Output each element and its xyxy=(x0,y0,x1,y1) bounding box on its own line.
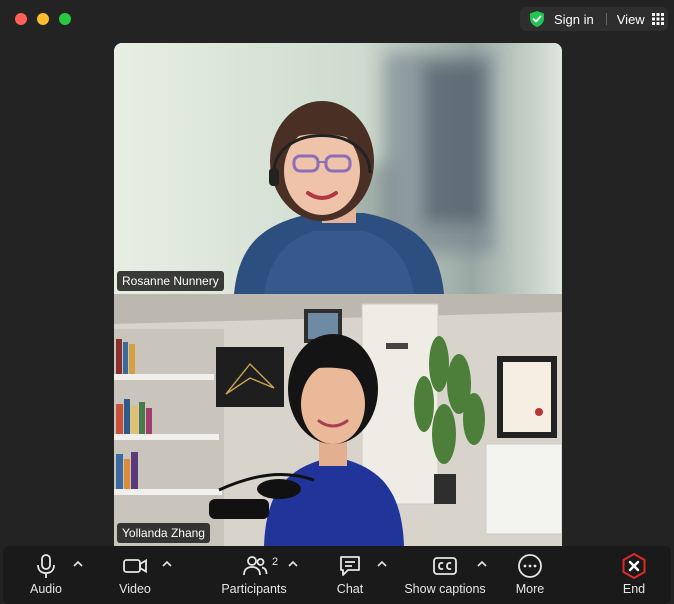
meeting-toolbar: Audio Video 2 Participants Chat Show cap… xyxy=(3,546,671,604)
captions-options-chevron-up-icon[interactable] xyxy=(475,557,489,571)
participants-button[interactable]: 2 Participants xyxy=(213,546,295,604)
audio-label: Audio xyxy=(30,582,62,596)
view-label: View xyxy=(616,11,645,27)
chat-label: Chat xyxy=(336,582,364,596)
chat-button[interactable]: Chat xyxy=(325,546,375,604)
participant-name-label: Rosanne Nunnery xyxy=(117,271,224,291)
cc-icon xyxy=(433,557,457,575)
video-options-chevron-up-icon[interactable] xyxy=(160,557,174,571)
chat-bubble-icon xyxy=(340,556,360,576)
show-captions-label: Show captions xyxy=(404,582,486,596)
people-icon xyxy=(243,556,268,576)
more-button[interactable]: More xyxy=(505,546,555,604)
end-meeting-button[interactable]: End xyxy=(609,546,659,604)
title-bar: Sign in View xyxy=(0,0,674,38)
video-button[interactable]: Video xyxy=(110,546,160,604)
participants-options-chevron-up-icon[interactable] xyxy=(286,557,300,571)
view-button[interactable]: View xyxy=(617,12,664,27)
top-right-controls: Sign in View xyxy=(520,7,668,31)
end-label: End xyxy=(622,582,646,596)
audio-options-chevron-up-icon[interactable] xyxy=(71,557,85,571)
participant-video-tile[interactable]: Yollanda Zhang xyxy=(114,294,562,546)
ellipsis-icon xyxy=(518,554,542,578)
chat-options-chevron-up-icon[interactable] xyxy=(375,557,389,571)
audio-button[interactable]: Audio xyxy=(21,546,71,604)
show-captions-button[interactable]: Show captions xyxy=(400,546,490,604)
close-window-button[interactable] xyxy=(15,13,27,25)
more-label: More xyxy=(515,582,545,596)
participant-video xyxy=(114,294,562,546)
microphone-icon xyxy=(37,554,55,578)
minimize-window-button[interactable] xyxy=(37,13,49,25)
close-hexagon-icon xyxy=(622,552,646,580)
divider xyxy=(605,13,607,25)
participant-video-tile[interactable]: Rosanne Nunnery xyxy=(114,43,562,294)
participants-count: 2 xyxy=(272,556,279,568)
video-camera-icon xyxy=(123,558,147,574)
participant-video xyxy=(114,43,562,294)
sign-in-button[interactable]: Sign in xyxy=(554,12,594,27)
video-gallery: Rosanne Nunnery Yollanda Zhang xyxy=(0,38,674,546)
video-label: Video xyxy=(119,582,151,596)
fullscreen-window-button[interactable] xyxy=(59,13,71,25)
participant-name-label: Yollanda Zhang xyxy=(117,523,210,543)
grid-icon xyxy=(651,13,664,25)
shield-check-icon[interactable] xyxy=(528,10,546,28)
participants-label: Participants xyxy=(221,582,287,596)
